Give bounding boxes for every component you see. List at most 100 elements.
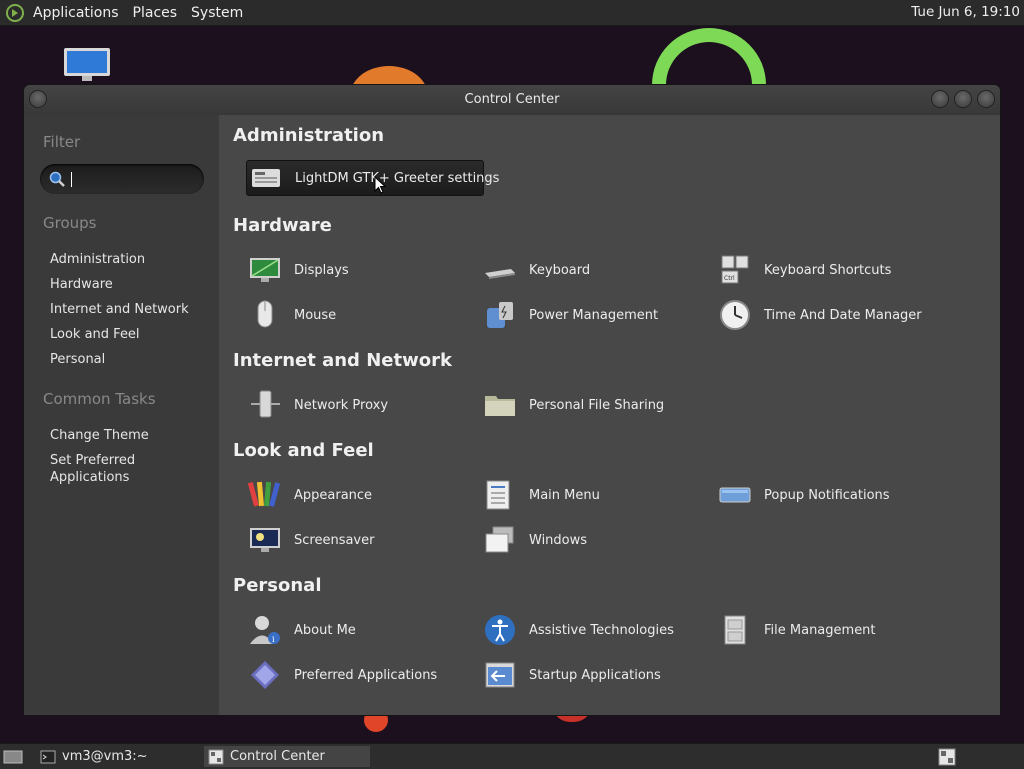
control-center-window: Control Center Filter Groups Administrat… xyxy=(24,85,1000,715)
sidebar-item-look-and-feel[interactable]: Look and Feel xyxy=(50,326,210,343)
applet-about-me[interactable]: i About Me xyxy=(248,613,356,647)
applet-label: Network Proxy xyxy=(294,397,389,413)
user-info-icon: i xyxy=(250,616,280,644)
task-change-theme[interactable]: Change Theme xyxy=(50,427,210,444)
screensaver-icon xyxy=(250,528,280,552)
sidebar-item-internet[interactable]: Internet and Network xyxy=(50,301,210,318)
clock-icon xyxy=(720,300,750,330)
distro-logo-icon[interactable] xyxy=(6,3,24,22)
sidebar-item-personal[interactable]: Personal xyxy=(50,351,210,368)
places-menu[interactable]: Places xyxy=(126,5,185,21)
control-center-tray-icon[interactable] xyxy=(938,748,956,766)
applet-personal-file-sharing[interactable]: Personal File Sharing xyxy=(483,388,664,422)
taskbar-label: Control Center xyxy=(230,749,325,764)
bottom-panel: vm3@vm3:~ Control Center xyxy=(0,743,1024,769)
section-administration: Administration xyxy=(233,125,385,146)
taskbar-label: vm3@vm3:~ xyxy=(62,749,148,764)
applet-label: Displays xyxy=(294,262,349,278)
text-cursor xyxy=(71,172,72,187)
applet-popup-notifications[interactable]: Popup Notifications xyxy=(718,478,890,512)
applet-label: Keyboard Shortcuts xyxy=(764,262,892,278)
filter-heading: Filter xyxy=(43,133,81,151)
groups-heading: Groups xyxy=(43,214,97,232)
menu-editor-icon xyxy=(486,480,510,510)
applet-label: Startup Applications xyxy=(529,667,661,683)
palette-icon xyxy=(248,481,281,507)
taskbar-item-terminal[interactable]: vm3@vm3:~ xyxy=(36,746,200,767)
minimize-button[interactable] xyxy=(932,91,948,107)
applet-keyboard-shortcuts[interactable]: Ctrl Keyboard Shortcuts xyxy=(718,253,891,287)
applet-label: About Me xyxy=(294,622,356,638)
svg-text:Ctrl: Ctrl xyxy=(724,275,735,282)
applet-label: Power Management xyxy=(529,307,659,323)
applet-file-management[interactable]: File Management xyxy=(718,613,876,647)
terminal-icon xyxy=(40,750,56,763)
windows-icon xyxy=(485,526,514,553)
monitor-icon xyxy=(250,258,280,282)
show-desktop-icon[interactable] xyxy=(3,748,23,766)
applet-label: Popup Notifications xyxy=(764,487,890,503)
applet-label: Screensaver xyxy=(294,532,375,548)
applet-label: Time And Date Manager xyxy=(764,307,922,323)
applet-main-menu[interactable]: Main Menu xyxy=(483,478,600,512)
keyboard-icon xyxy=(485,269,515,279)
applet-label: Assistive Technologies xyxy=(529,622,674,638)
applet-grid: Administration LightDM GTK+ Greeter sett… xyxy=(219,115,1000,715)
applet-label: LightDM GTK+ Greeter settings xyxy=(295,170,500,186)
task-set-preferred-apps[interactable]: Set Preferred Applications xyxy=(50,452,160,486)
applet-appearance[interactable]: Appearance xyxy=(248,478,372,512)
window-menu-button[interactable] xyxy=(30,91,46,107)
window-titlebar[interactable]: Control Center xyxy=(24,85,1000,115)
mouse-icon xyxy=(257,300,273,328)
applet-label: Mouse xyxy=(294,307,337,323)
sidebar-item-hardware[interactable]: Hardware xyxy=(50,276,210,293)
keyboard-shortcuts-icon: Ctrl xyxy=(721,255,749,284)
applet-label: Preferred Applications xyxy=(294,667,438,683)
login-screen-icon xyxy=(252,169,280,187)
top-panel: Applications Places System Tue Jun 6, 19… xyxy=(0,0,1024,26)
applet-power-management[interactable]: Power Management xyxy=(483,298,658,332)
sidebar-item-administration[interactable]: Administration xyxy=(50,251,210,268)
applet-label: Main Menu xyxy=(529,487,600,503)
computer-desktop-icon[interactable] xyxy=(62,46,112,84)
section-internet-network: Internet and Network xyxy=(233,350,452,371)
svg-text:i: i xyxy=(272,635,275,644)
applet-time-and-date[interactable]: Time And Date Manager xyxy=(718,298,922,332)
shared-folder-icon xyxy=(485,396,515,416)
accessibility-icon xyxy=(485,615,515,645)
power-management-icon xyxy=(487,302,513,328)
applet-assistive-technologies[interactable]: Assistive Technologies xyxy=(483,613,674,647)
file-cabinet-icon xyxy=(724,615,746,645)
filter-input[interactable] xyxy=(40,164,204,194)
applet-label: Appearance xyxy=(294,487,373,503)
applet-keyboard[interactable]: Keyboard xyxy=(483,253,590,287)
applet-label: Keyboard xyxy=(529,262,591,278)
maximize-button[interactable] xyxy=(955,91,971,107)
applet-windows[interactable]: Windows xyxy=(483,523,587,557)
applet-label: File Management xyxy=(764,622,876,638)
sidebar: Filter Groups Administration Hardware In… xyxy=(24,115,218,715)
network-proxy-icon xyxy=(251,390,280,418)
taskbar-item-control-center[interactable]: Control Center xyxy=(204,746,370,767)
close-button[interactable] xyxy=(978,91,994,107)
applet-label: Personal File Sharing xyxy=(529,397,665,413)
applet-network-proxy[interactable]: Network Proxy xyxy=(248,388,388,422)
applet-startup-applications[interactable]: Startup Applications xyxy=(483,658,661,692)
applet-mouse[interactable]: Mouse xyxy=(248,298,336,332)
system-menu[interactable]: System xyxy=(184,5,250,21)
applet-lightdm-greeter[interactable]: LightDM GTK+ Greeter settings xyxy=(246,160,499,196)
window-title: Control Center xyxy=(464,92,560,107)
notification-icon xyxy=(719,487,751,503)
search-icon xyxy=(49,171,65,187)
applet-displays[interactable]: Displays xyxy=(248,253,349,287)
applications-menu[interactable]: Applications xyxy=(26,5,126,21)
common-tasks-heading: Common Tasks xyxy=(43,390,156,408)
applet-label: Windows xyxy=(529,532,588,548)
section-look-and-feel: Look and Feel xyxy=(233,440,374,461)
applet-screensaver[interactable]: Screensaver xyxy=(248,523,374,557)
preferred-apps-icon xyxy=(251,661,279,689)
applet-preferred-applications[interactable]: Preferred Applications xyxy=(248,658,437,692)
control-center-icon xyxy=(208,749,224,764)
clock[interactable]: Tue Jun 6, 19:10 xyxy=(911,4,1020,20)
mouse-pointer-icon xyxy=(374,176,386,194)
